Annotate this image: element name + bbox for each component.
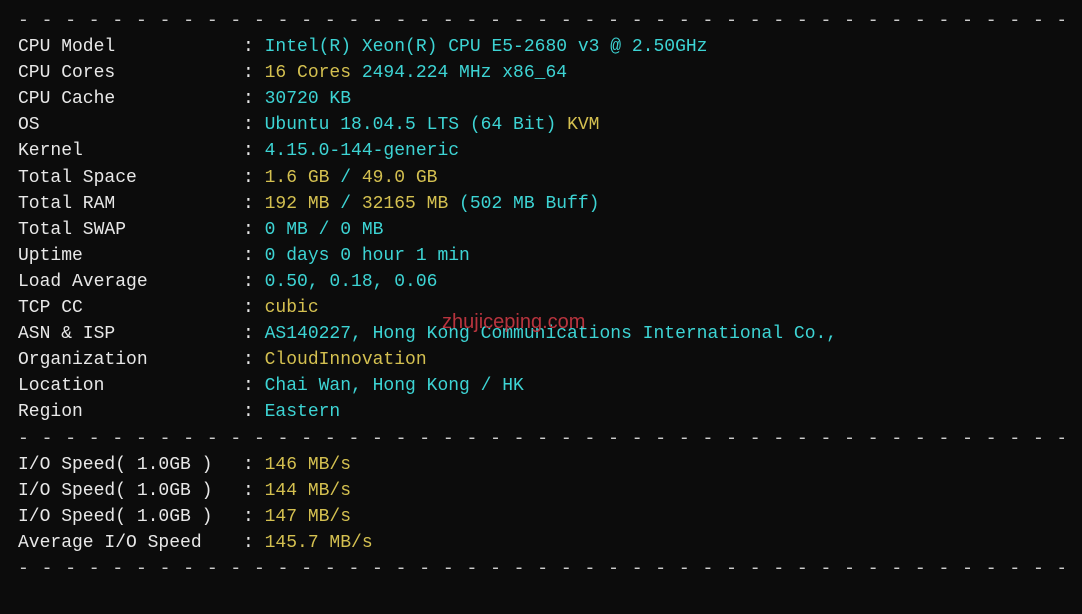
organization-value: CloudInnovation xyxy=(265,350,427,370)
io-speed-1-label: I/O Speed( 1.0GB ) xyxy=(18,452,243,478)
total-space-total: 49.0 GB xyxy=(362,168,438,188)
total-ram-total: 32165 MB xyxy=(362,194,448,214)
kernel-row: Kernel: 4.15.0-144-generic xyxy=(18,138,1064,164)
divider-top: - - - - - - - - - - - - - - - - - - - - … xyxy=(18,8,1064,34)
os-row: OS: Ubuntu 18.04.5 LTS (64 Bit) KVM xyxy=(18,112,1064,138)
tcp-cc-row: TCP CC: cubic xyxy=(18,295,1064,321)
cpu-cores-label: CPU Cores xyxy=(18,60,243,86)
io-avg-value: 145.7 MB/s xyxy=(265,533,373,553)
tcp-cc-label: TCP CC xyxy=(18,295,243,321)
uptime-value: 0 days 0 hour 1 min xyxy=(265,246,470,266)
location-label: Location xyxy=(18,373,243,399)
divider-mid: - - - - - - - - - - - - - - - - - - - - … xyxy=(18,426,1064,452)
total-ram-label: Total RAM xyxy=(18,191,243,217)
cpu-cores-row: CPU Cores: 16 Cores 2494.224 MHz x86_64 xyxy=(18,60,1064,86)
total-ram-sep: / xyxy=(329,194,361,214)
total-space-used: 1.6 GB xyxy=(265,168,330,188)
io-speed-3-value: 147 MB/s xyxy=(265,507,351,527)
os-virt: KVM xyxy=(556,115,599,135)
total-swap-used: 0 MB xyxy=(265,220,308,240)
tcp-cc-value: cubic xyxy=(265,298,319,318)
kernel-label: Kernel xyxy=(18,138,243,164)
io-speed-1-value: 146 MB/s xyxy=(265,455,351,475)
io-speed-3-row: I/O Speed( 1.0GB ): 147 MB/s xyxy=(18,504,1064,530)
total-ram-row: Total RAM: 192 MB / 32165 MB (502 MB Buf… xyxy=(18,191,1064,217)
load-avg-value: 0.50, 0.18, 0.06 xyxy=(265,272,438,292)
total-space-label: Total Space xyxy=(18,165,243,191)
io-speed-3-label: I/O Speed( 1.0GB ) xyxy=(18,504,243,530)
cpu-cache-label: CPU Cache xyxy=(18,86,243,112)
region-row: Region: Eastern xyxy=(18,399,1064,425)
total-swap-sep: / xyxy=(308,220,340,240)
total-swap-row: Total SWAP: 0 MB / 0 MB xyxy=(18,217,1064,243)
os-name: Ubuntu 18.04.5 LTS (64 Bit) xyxy=(265,115,557,135)
cpu-model-row: CPU Model: Intel(R) Xeon(R) CPU E5-2680 … xyxy=(18,34,1064,60)
region-label: Region xyxy=(18,399,243,425)
asn-isp-value: AS140227, Hong Kong Communications Inter… xyxy=(265,324,838,344)
io-avg-label: Average I/O Speed xyxy=(18,530,243,556)
io-speed-2-row: I/O Speed( 1.0GB ): 144 MB/s xyxy=(18,478,1064,504)
io-speed-2-label: I/O Speed( 1.0GB ) xyxy=(18,478,243,504)
total-swap-label: Total SWAP xyxy=(18,217,243,243)
divider-bottom: - - - - - - - - - - - - - - - - - - - - … xyxy=(18,556,1064,582)
cpu-cores-count: 16 Cores xyxy=(265,63,351,83)
cpu-cores-freq: 2494.224 MHz x86_64 xyxy=(351,63,567,83)
uptime-label: Uptime xyxy=(18,243,243,269)
asn-isp-label: ASN & ISP xyxy=(18,321,243,347)
io-speed-1-row: I/O Speed( 1.0GB ): 146 MB/s xyxy=(18,452,1064,478)
total-space-sep: / xyxy=(329,168,361,188)
cpu-model-label: CPU Model xyxy=(18,34,243,60)
io-avg-row: Average I/O Speed: 145.7 MB/s xyxy=(18,530,1064,556)
organization-row: Organization: CloudInnovation xyxy=(18,347,1064,373)
kernel-value: 4.15.0-144-generic xyxy=(265,141,459,161)
uptime-row: Uptime: 0 days 0 hour 1 min xyxy=(18,243,1064,269)
organization-label: Organization xyxy=(18,347,243,373)
cpu-cache-row: CPU Cache: 30720 KB xyxy=(18,86,1064,112)
total-space-row: Total Space: 1.6 GB / 49.0 GB xyxy=(18,165,1064,191)
total-swap-total: 0 MB xyxy=(340,220,383,240)
load-avg-label: Load Average xyxy=(18,269,243,295)
location-value: Chai Wan, Hong Kong / HK xyxy=(265,376,524,396)
os-label: OS xyxy=(18,112,243,138)
region-value: Eastern xyxy=(265,402,341,422)
load-avg-row: Load Average: 0.50, 0.18, 0.06 xyxy=(18,269,1064,295)
total-ram-used: 192 MB xyxy=(265,194,330,214)
cpu-model-value: Intel(R) Xeon(R) CPU E5-2680 v3 @ 2.50GH… xyxy=(265,37,708,57)
location-row: Location: Chai Wan, Hong Kong / HK xyxy=(18,373,1064,399)
asn-isp-row: ASN & ISP: AS140227, Hong Kong Communica… xyxy=(18,321,1064,347)
total-ram-buff: (502 MB Buff) xyxy=(448,194,599,214)
cpu-cache-value: 30720 KB xyxy=(265,89,351,109)
io-speed-2-value: 144 MB/s xyxy=(265,481,351,501)
